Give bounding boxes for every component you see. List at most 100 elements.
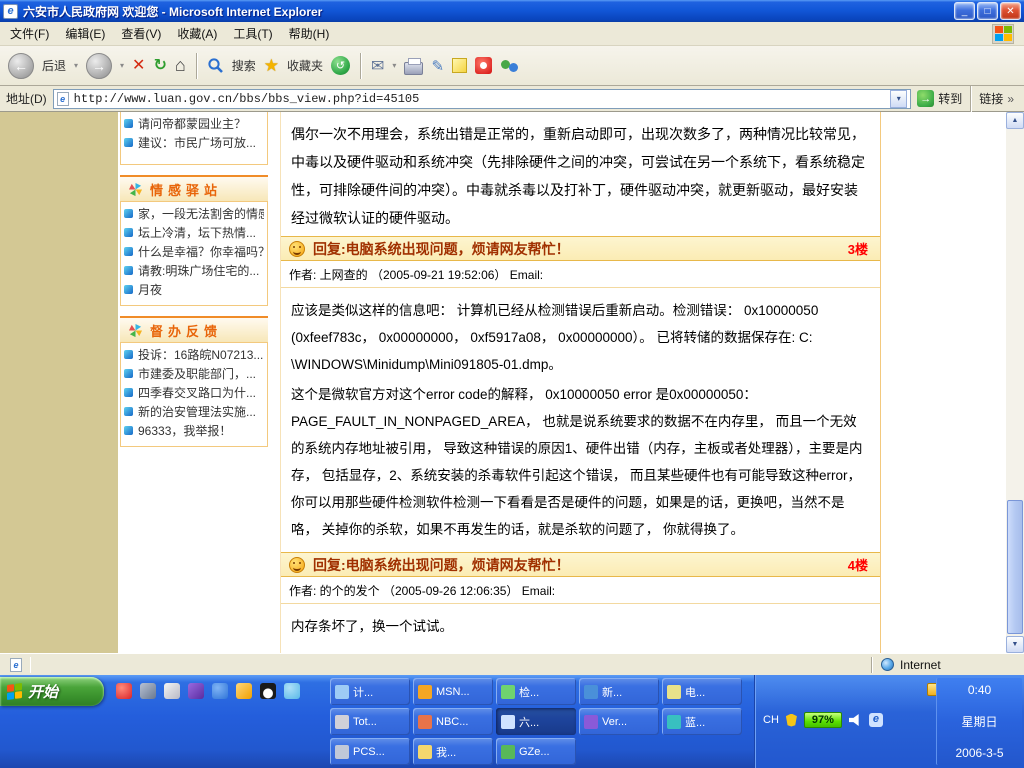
taskbar-button[interactable]: 检... bbox=[496, 678, 576, 705]
menu-file[interactable]: 文件(F) bbox=[10, 25, 49, 42]
sidebar-link[interactable]: 月夜 bbox=[124, 280, 264, 299]
taskbar-button[interactable]: GZe... bbox=[496, 738, 576, 765]
menu-view[interactable]: 查看(V) bbox=[121, 25, 161, 42]
minimize-icon: _ bbox=[962, 6, 968, 17]
taskbar-button[interactable]: NBC... bbox=[413, 708, 493, 735]
quick-launch-icon[interactable] bbox=[284, 683, 300, 699]
taskbar-button[interactable]: Ver... bbox=[579, 708, 659, 735]
app-icon bbox=[335, 715, 349, 729]
close-button[interactable]: ✕ bbox=[1000, 2, 1021, 20]
section-title: 情感驿站 bbox=[150, 180, 222, 199]
maximize-button[interactable]: □ bbox=[977, 2, 998, 20]
sidebar-link[interactable]: 请问帝都蒙园业主？ bbox=[124, 114, 264, 133]
minimize-button[interactable]: _ bbox=[954, 2, 975, 20]
back-label[interactable]: 后退 bbox=[42, 57, 66, 74]
stop-icon[interactable]: ✕ bbox=[132, 58, 145, 74]
dropdown-glyph: ▾ bbox=[897, 94, 901, 103]
taskbar-button-label: 计... bbox=[353, 684, 373, 700]
scroll-down-button[interactable]: ▼ bbox=[1006, 636, 1024, 653]
sidebar-link[interactable]: 什么是幸福？你幸福吗？ bbox=[124, 242, 264, 261]
qq-icon[interactable] bbox=[475, 57, 492, 74]
sidebar-link-label: 月夜 bbox=[138, 281, 162, 298]
floor-badge: 3楼 bbox=[848, 239, 868, 258]
taskbar-button[interactable]: 电... bbox=[662, 678, 742, 705]
tray-ie-icon[interactable]: e bbox=[869, 713, 883, 727]
taskbar-button[interactable]: 蓝... bbox=[662, 708, 742, 735]
sidebar-link[interactable]: 家，一段无法割舍的情感 bbox=[124, 204, 264, 223]
menu-favorites[interactable]: 收藏(A) bbox=[177, 25, 217, 42]
sidebar-link-label: 四季春交叉路口为什... bbox=[138, 384, 256, 401]
menu-edit[interactable]: 编辑(E) bbox=[65, 25, 105, 42]
sidebar-link[interactable]: 坛上冷清，坛下热情... bbox=[124, 223, 264, 242]
taskbar-button[interactable]: MSN... bbox=[413, 678, 493, 705]
vertical-scrollbar[interactable]: ▲ ▼ bbox=[1006, 112, 1024, 653]
scrollbar-thumb[interactable] bbox=[1007, 500, 1023, 634]
edit-icon[interactable]: ✎ bbox=[431, 57, 444, 75]
taskbar-button[interactable]: 我... bbox=[413, 738, 493, 765]
battery-indicator[interactable]: 97% bbox=[804, 712, 842, 728]
tray-icon-row: CH 97% e bbox=[763, 712, 883, 728]
sidebar-link[interactable]: 投诉：16路皖N07213... bbox=[124, 345, 264, 364]
quick-launch-icon[interactable] bbox=[164, 683, 180, 699]
taskbar-row-3: PCS... 我... GZe... bbox=[330, 738, 576, 765]
tray-clock[interactable]: 0:40 星期日 2006-3-5 bbox=[936, 678, 1022, 765]
menu-tools[interactable]: 工具(T) bbox=[233, 25, 272, 42]
ie-icon[interactable]: e bbox=[3, 4, 18, 19]
sidebar-link[interactable]: 市建委及职能部门，... bbox=[124, 364, 264, 383]
taskbar-button[interactable]: 计... bbox=[330, 678, 410, 705]
sidebar-link-label: 坛上冷清，坛下热情... bbox=[138, 224, 256, 241]
reply-header-3: 回复:电脑系统出现问题，烦请网友帮忙！ 3楼 bbox=[281, 236, 880, 261]
discuss-icon[interactable] bbox=[452, 58, 467, 73]
quick-launch-icon[interactable] bbox=[140, 683, 156, 699]
address-dropdown-icon[interactable]: ▾ bbox=[890, 90, 907, 108]
search-icon[interactable] bbox=[207, 57, 224, 74]
shield-icon[interactable] bbox=[786, 714, 797, 727]
sidebar-link[interactable]: 请教:明珠广场住宅的... bbox=[124, 261, 264, 280]
quick-launch-icon[interactable] bbox=[188, 683, 204, 699]
quick-launch-icon[interactable] bbox=[260, 683, 276, 699]
history-icon[interactable]: ↺ bbox=[331, 56, 350, 75]
quick-launch-icon[interactable] bbox=[212, 683, 228, 699]
favorites-icon[interactable]: ★ bbox=[264, 56, 279, 76]
search-label[interactable]: 搜索 bbox=[232, 57, 256, 74]
sidebar-link[interactable]: 建议：市民广场可放... bbox=[124, 133, 264, 152]
language-indicator[interactable]: CH bbox=[763, 714, 779, 726]
back-dropdown-icon[interactable]: ▾ bbox=[74, 61, 78, 70]
sidebar-link-label: 家，一段无法割舍的情感 bbox=[138, 205, 264, 222]
bullet-icon bbox=[124, 426, 133, 435]
favorites-label[interactable]: 收藏夹 bbox=[287, 57, 323, 74]
forward-icon[interactable]: → bbox=[86, 53, 112, 79]
address-input[interactable]: e http://www.luan.gov.cn/bbs/bbs_view.ph… bbox=[53, 89, 912, 109]
mail-dropdown-icon[interactable]: ▾ bbox=[392, 61, 396, 70]
print-icon[interactable] bbox=[404, 62, 423, 75]
start-button[interactable]: 开始 bbox=[0, 677, 104, 706]
home-icon[interactable]: ⌂ bbox=[175, 55, 186, 76]
menu-help[interactable]: 帮助(H) bbox=[289, 25, 330, 42]
sidebar-link-label: 什么是幸福？你幸福吗？ bbox=[138, 243, 264, 260]
scroll-up-button[interactable]: ▲ bbox=[1006, 112, 1024, 129]
messenger-icon[interactable] bbox=[500, 58, 520, 74]
bullet-icon bbox=[124, 407, 133, 416]
go-button[interactable]: → 转到 bbox=[917, 90, 962, 107]
forward-dropdown-icon[interactable]: ▾ bbox=[120, 61, 124, 70]
forum-thread: 偶尔一次不用理会，系统出错是正常的，重新启动即可，出现次数多了，两种情况比较常见… bbox=[280, 112, 881, 653]
reply-body-4: 内存条坏了，换一个试试。 bbox=[281, 604, 880, 649]
taskbar-button[interactable]: 新... bbox=[579, 678, 659, 705]
back-icon[interactable]: ← bbox=[8, 53, 34, 79]
bullet-icon bbox=[124, 266, 133, 275]
volume-icon[interactable] bbox=[849, 714, 862, 726]
quick-launch-icon[interactable] bbox=[116, 683, 132, 699]
links-button[interactable]: 链接 » bbox=[979, 90, 1018, 107]
quick-launch-icon[interactable] bbox=[236, 683, 252, 699]
sidebar-link-label: 请教:明珠广场住宅的... bbox=[138, 262, 259, 279]
taskbar-button[interactable]: PCS... bbox=[330, 738, 410, 765]
sidebar-link[interactable]: 新的治安管理法实施... bbox=[124, 402, 264, 421]
refresh-icon[interactable]: ↻ bbox=[153, 58, 166, 74]
taskbar-button-active[interactable]: 六... bbox=[496, 708, 576, 735]
mail-icon[interactable]: ✉ bbox=[371, 56, 384, 76]
taskbar-button[interactable]: Tot... bbox=[330, 708, 410, 735]
page-viewport: 请问帝都蒙园业主？ 建议：市民广场可放... 情感驿站 家，一段无法割舍的情感 … bbox=[0, 112, 1024, 653]
sidebar-link[interactable]: 四季春交叉路口为什... bbox=[124, 383, 264, 402]
sidebar-link[interactable]: 96333，我举报！ bbox=[124, 421, 264, 440]
address-url[interactable]: http://www.luan.gov.cn/bbs/bbs_view.php?… bbox=[74, 92, 420, 106]
